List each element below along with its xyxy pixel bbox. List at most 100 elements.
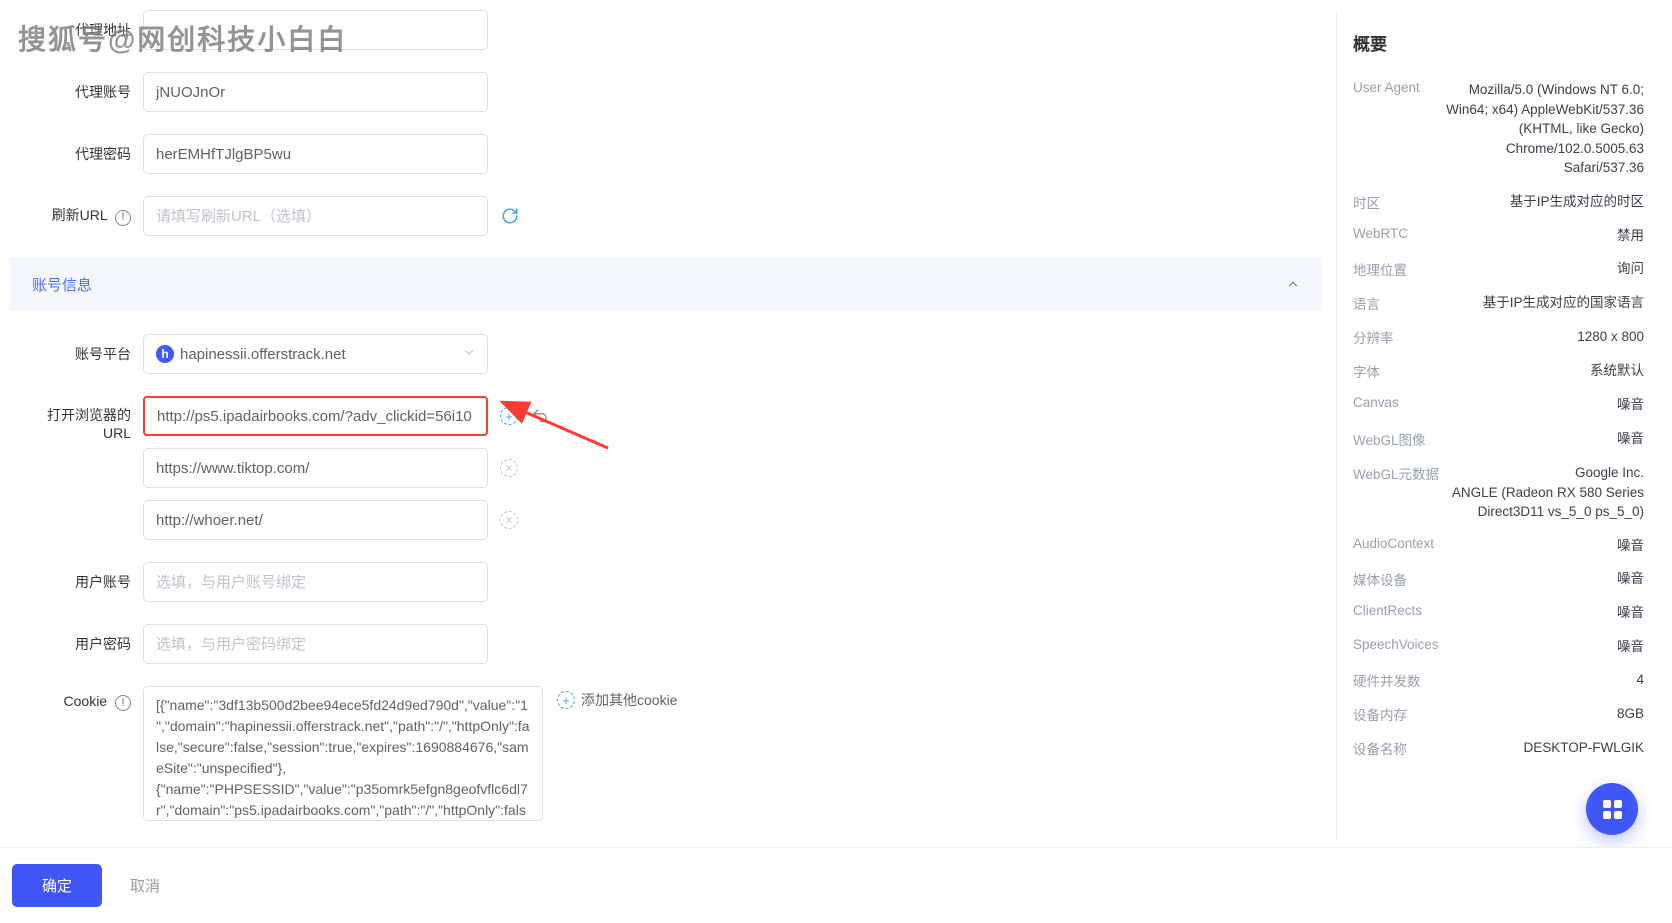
proxy-host-input[interactable]: [143, 10, 488, 50]
add-url-button[interactable]: +: [500, 407, 518, 425]
summary-row: SpeechVoices 噪音: [1353, 630, 1644, 664]
summary-panel: 概要 User AgentMozilla/5.0 (Windows NT 6.0…: [1336, 12, 1660, 842]
user-pass-row: 用户密码: [28, 624, 1304, 664]
summary-key: SpeechVoices: [1353, 637, 1451, 652]
summary-value: 禁用: [1617, 226, 1644, 246]
summary-row: 设备内存 8GB: [1353, 697, 1644, 731]
open-urls-row: 打开浏览器的URL + ×: [28, 396, 1304, 540]
summary-value: Google Inc. ANGLE (Radeon RX 580 Series …: [1451, 463, 1644, 522]
summary-value: 基于IP生成对应的时区: [1510, 192, 1644, 212]
summary-row: Canvas 噪音: [1353, 388, 1644, 422]
footer-bar: 确定 取消: [0, 847, 1672, 923]
refresh-icon[interactable]: [498, 204, 522, 228]
summary-value: 询问: [1617, 259, 1644, 279]
cookie-label: Cookie !: [28, 686, 143, 711]
summary-value: 噪音: [1617, 603, 1644, 623]
summary-key: 分辨率: [1353, 327, 1406, 347]
proxy-pass-input[interactable]: [143, 134, 488, 174]
summary-value: 噪音: [1617, 536, 1644, 556]
summary-key: ClientRects: [1353, 603, 1434, 618]
summary-value: DESKTOP-FWLGIK: [1523, 738, 1644, 758]
account-section-header[interactable]: 账号信息: [10, 258, 1322, 310]
summary-key: 地理位置: [1353, 259, 1419, 279]
proxy-host-label: 代理地址: [28, 21, 143, 39]
chevron-up-icon: [1286, 277, 1300, 291]
summary-value: 4: [1636, 670, 1644, 690]
proxy-user-label: 代理账号: [28, 83, 143, 101]
summary-key: 设备名称: [1353, 738, 1419, 758]
summary-key: User Agent: [1353, 80, 1432, 95]
floating-apps-button[interactable]: [1586, 783, 1638, 835]
user-account-input[interactable]: [143, 562, 488, 602]
cancel-button[interactable]: 取消: [130, 875, 160, 896]
summary-key: 硬件并发数: [1353, 670, 1433, 690]
summary-value: 1280 x 800: [1577, 327, 1644, 347]
add-other-cookie-button[interactable]: + 添加其他cookie: [557, 690, 677, 710]
platform-select[interactable]: h hapinessii.offerstrack.net: [143, 334, 488, 374]
summary-value: Mozilla/5.0 (Windows NT 6.0; Win64; x64)…: [1434, 80, 1644, 178]
open-urls-label: 打开浏览器的URL: [28, 396, 143, 442]
summary-value: 8GB: [1617, 704, 1644, 724]
info-icon: !: [115, 695, 131, 711]
summary-value: 系统默认: [1590, 361, 1644, 381]
summary-row: 硬件并发数 4: [1353, 663, 1644, 697]
info-icon: !: [115, 210, 131, 226]
account-section-title: 账号信息: [32, 274, 92, 295]
summary-key: Canvas: [1353, 395, 1411, 410]
summary-row: 媒体设备 噪音: [1353, 562, 1644, 596]
platform-label: 账号平台: [28, 345, 143, 363]
summary-key: AudioContext: [1353, 536, 1446, 551]
summary-key: 时区: [1353, 192, 1392, 212]
platform-icon: h: [156, 345, 174, 363]
grid-icon: [1603, 800, 1622, 819]
proxy-user-row: 代理账号: [28, 72, 1304, 112]
open-url-input-0[interactable]: [143, 396, 488, 436]
summary-row: AudioContext 噪音: [1353, 529, 1644, 563]
summary-key: WebGL图像: [1353, 429, 1438, 449]
summary-row: WebGL图像 噪音: [1353, 422, 1644, 456]
open-url-input-1[interactable]: [143, 448, 488, 488]
summary-row: WebGL元数据Google Inc. ANGLE (Radeon RX 580…: [1353, 456, 1644, 529]
summary-value: 噪音: [1617, 429, 1644, 449]
summary-row: 字体 系统默认: [1353, 354, 1644, 388]
platform-value: hapinessii.offerstrack.net: [180, 346, 346, 363]
summary-row: WebRTC 禁用: [1353, 219, 1644, 253]
summary-key: 媒体设备: [1353, 569, 1419, 589]
summary-key: 语言: [1353, 293, 1392, 313]
cookie-textarea[interactable]: [143, 686, 543, 821]
user-pass-label: 用户密码: [28, 635, 143, 653]
undo-icon[interactable]: [528, 404, 552, 428]
summary-value: 噪音: [1617, 569, 1644, 589]
summary-row: 地理位置 询问: [1353, 252, 1644, 286]
summary-key: 字体: [1353, 361, 1392, 381]
summary-row: ClientRects 噪音: [1353, 596, 1644, 630]
remove-url-button-2[interactable]: ×: [500, 511, 518, 529]
summary-value: 基于IP生成对应的国家语言: [1483, 293, 1644, 313]
remove-url-button-1[interactable]: ×: [500, 459, 518, 477]
summary-key: WebRTC: [1353, 226, 1420, 241]
summary-value: 噪音: [1617, 637, 1644, 657]
cookie-row: Cookie ! + 添加其他cookie: [28, 686, 1304, 821]
summary-row: 时区 基于IP生成对应的时区: [1353, 185, 1644, 219]
summary-row: 分辨率 1280 x 800: [1353, 320, 1644, 354]
summary-row: User AgentMozilla/5.0 (Windows NT 6.0; W…: [1353, 73, 1644, 185]
proxy-user-input[interactable]: [143, 72, 488, 112]
refresh-url-label: 刷新URL !: [28, 206, 143, 225]
proxy-pass-row: 代理密码: [28, 134, 1304, 174]
refresh-url-row: 刷新URL !: [28, 196, 1304, 236]
summary-title: 概要: [1353, 30, 1644, 55]
summary-key: 设备内存: [1353, 704, 1419, 724]
user-pass-input[interactable]: [143, 624, 488, 664]
proxy-host-row: 代理地址: [28, 10, 1304, 50]
platform-row: 账号平台 h hapinessii.offerstrack.net: [28, 334, 1304, 374]
confirm-button[interactable]: 确定: [12, 864, 102, 907]
summary-key: WebGL元数据: [1353, 463, 1451, 483]
summary-value: 噪音: [1617, 395, 1644, 415]
summary-row: 语言 基于IP生成对应的国家语言: [1353, 286, 1644, 320]
summary-row: 设备名称 DESKTOP-FWLGIK: [1353, 731, 1644, 765]
user-account-row: 用户账号: [28, 562, 1304, 602]
user-account-label: 用户账号: [28, 573, 143, 591]
open-url-input-2[interactable]: [143, 500, 488, 540]
proxy-pass-label: 代理密码: [28, 145, 143, 163]
refresh-url-input[interactable]: [143, 196, 488, 236]
